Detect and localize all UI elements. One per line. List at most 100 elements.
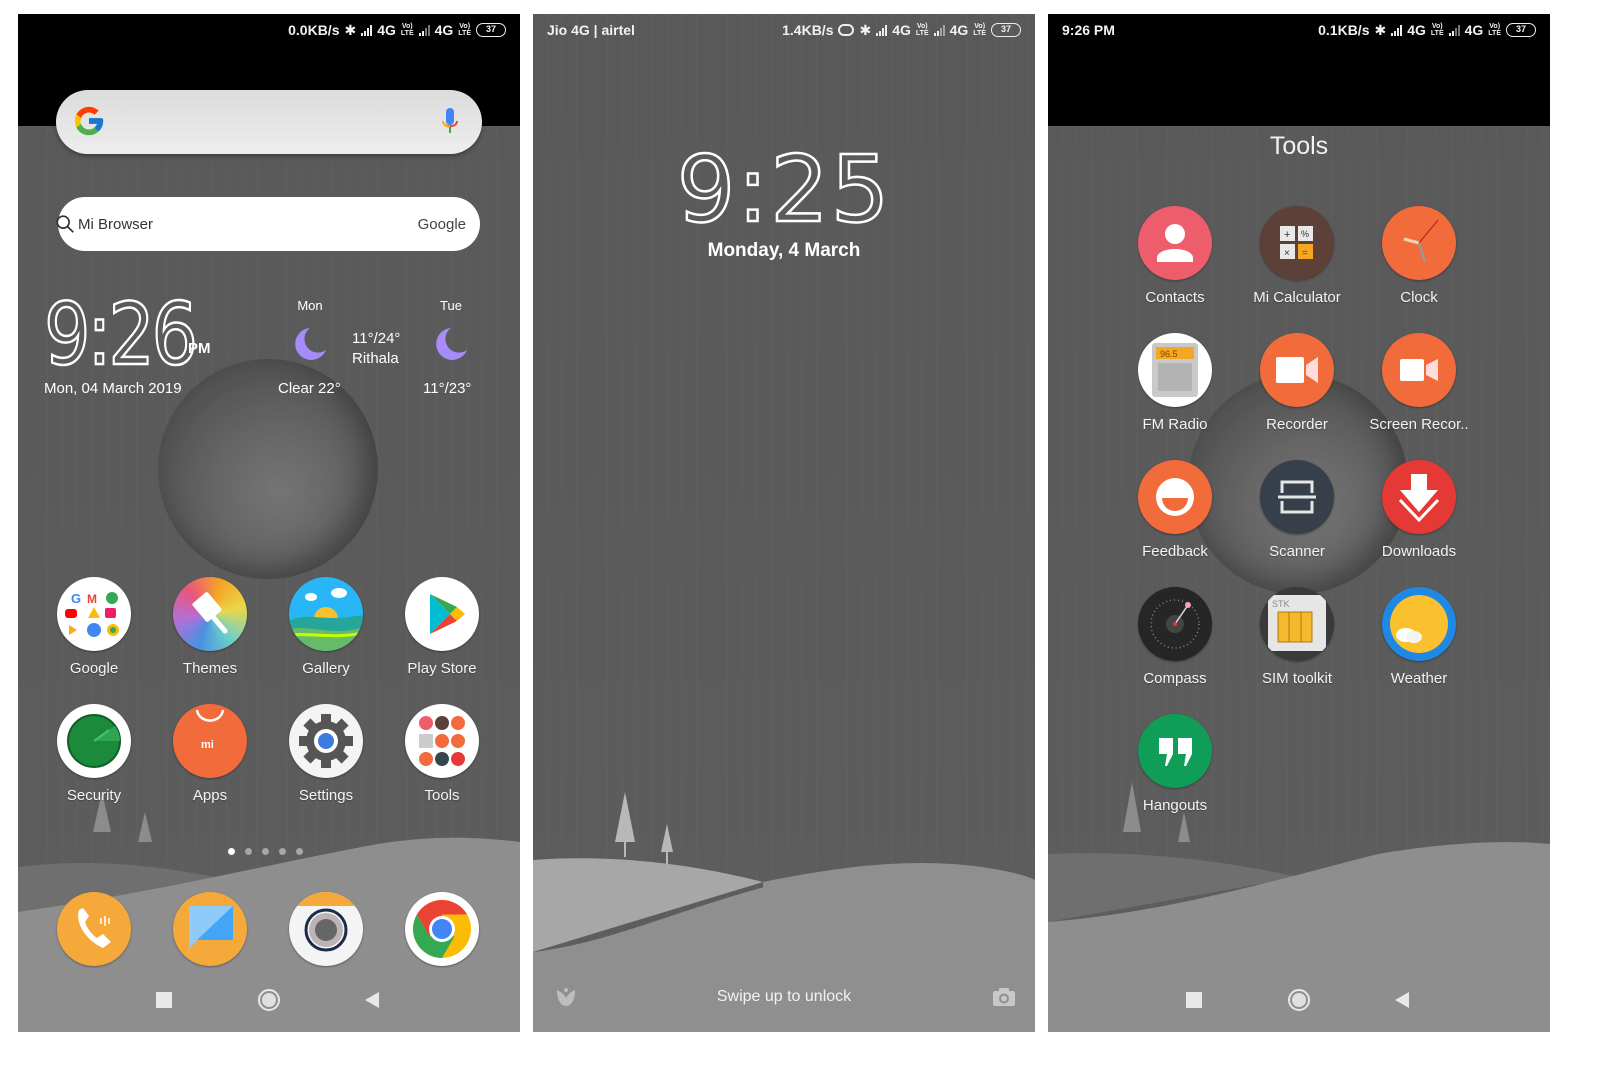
moon-weather-icon[interactable] xyxy=(431,324,471,364)
app-compass[interactable]: Compass xyxy=(1117,587,1233,687)
clock-date: Mon, 04 March 2019 xyxy=(44,380,182,397)
home-button[interactable] xyxy=(258,989,280,1011)
svg-text:G: G xyxy=(71,591,81,606)
camera-icon xyxy=(289,892,363,966)
app-feedback[interactable]: Feedback xyxy=(1117,460,1233,560)
mic-icon[interactable] xyxy=(440,106,460,138)
signal-icon xyxy=(876,24,888,36)
mi-browser-search-bar[interactable]: Mi Browser Google xyxy=(56,197,480,251)
recents-button[interactable] xyxy=(1186,992,1202,1008)
unlock-hint[interactable]: Swipe up to unlock xyxy=(533,988,1035,1006)
app-label: SIM toolkit xyxy=(1261,670,1333,687)
home-screen: 0.0KB/s ✱ 4G Vo) LTE 4G Vo) LTE 37 Mi Brow… xyxy=(18,14,520,1032)
weather-sun-icon xyxy=(1382,587,1456,661)
folder-title[interactable]: Tools xyxy=(1048,132,1550,161)
dock-camera[interactable] xyxy=(268,892,384,966)
volte-icon: Vo) LTE xyxy=(458,23,471,37)
clock-time[interactable]: 9:26 xyxy=(43,291,199,380)
bluetooth-icon: ✱ xyxy=(344,21,357,38)
network-type: 4G xyxy=(434,22,454,38)
app-clock[interactable]: Clock xyxy=(1361,206,1477,306)
volte-icon: Vo) LTE xyxy=(915,23,929,37)
scanner-icon xyxy=(1260,460,1334,534)
app-label: Themes xyxy=(182,660,238,677)
camera-shortcut-icon[interactable] xyxy=(991,984,1017,1010)
paintbrush-icon xyxy=(173,577,247,651)
recents-button[interactable] xyxy=(156,992,172,1008)
app-label: Mi Calculator xyxy=(1253,289,1341,306)
page-dot[interactable] xyxy=(279,848,286,855)
app-label: Feedback xyxy=(1142,543,1208,560)
app-sim-toolkit[interactable]: STK SIM toolkit xyxy=(1239,587,1355,687)
message-icon xyxy=(173,892,247,966)
app-recorder[interactable]: Recorder xyxy=(1239,333,1355,433)
alarm-icon xyxy=(838,24,855,36)
app-weather[interactable]: Weather xyxy=(1361,587,1477,687)
lock-date: Monday, 4 March xyxy=(707,240,861,261)
app-label: Apps xyxy=(192,787,228,804)
app-gallery[interactable]: Gallery xyxy=(268,577,384,677)
moon-weather-icon[interactable] xyxy=(290,324,330,364)
app-label: Hangouts xyxy=(1142,797,1208,814)
signal-icon xyxy=(361,24,373,36)
app-security[interactable]: Security xyxy=(36,704,152,804)
back-button[interactable] xyxy=(1395,992,1409,1008)
status-bar: Jio 4G | airtel 1.4KB/s ✱ 4G Vo) LTE 4G V… xyxy=(533,14,1035,46)
app-tools-folder[interactable]: Tools xyxy=(384,704,500,804)
network-type: 4G xyxy=(1464,22,1484,38)
app-scanner[interactable]: Scanner xyxy=(1239,460,1355,560)
security-radar-icon xyxy=(57,704,131,778)
app-label: Recorder xyxy=(1266,416,1328,433)
app-fm-radio[interactable]: 96.5 FM Radio xyxy=(1117,333,1233,433)
google-g-icon xyxy=(74,106,104,136)
signal-icon xyxy=(418,24,430,36)
app-label: Screen Recor.. xyxy=(1369,416,1469,433)
sim-chip-label: STK xyxy=(1272,599,1290,609)
dock-chrome[interactable] xyxy=(384,892,500,966)
page-dot-active[interactable] xyxy=(228,848,235,855)
dock-messaging[interactable] xyxy=(152,892,268,966)
contacts-icon xyxy=(1138,206,1212,280)
weather-location: Rithala xyxy=(352,350,399,367)
app-google-folder[interactable]: G M Google xyxy=(36,577,152,677)
app-themes[interactable]: Themes xyxy=(152,577,268,677)
google-search-bar[interactable] xyxy=(56,90,482,154)
app-downloads[interactable]: Downloads xyxy=(1361,460,1477,560)
battery-icon: 37 xyxy=(476,23,506,37)
app-hangouts[interactable]: Hangouts xyxy=(1117,714,1233,814)
dock-phone[interactable] xyxy=(36,892,152,966)
app-contacts[interactable]: Contacts xyxy=(1117,206,1233,306)
app-settings[interactable]: Settings xyxy=(268,704,384,804)
svg-text:mi: mi xyxy=(201,739,214,751)
app-screen-recorder[interactable]: Screen Recor.. xyxy=(1361,333,1477,433)
page-dot[interactable] xyxy=(245,848,252,855)
app-mi-apps[interactable]: mi Apps xyxy=(152,704,268,804)
back-button[interactable] xyxy=(365,992,379,1008)
network-speed: 0.1KB/s xyxy=(1318,22,1370,38)
nav-bar xyxy=(1048,972,1550,1032)
app-mi-calculator[interactable]: + % × = Mi Calculator xyxy=(1239,206,1355,306)
page-indicator[interactable] xyxy=(228,848,303,855)
app-play-store[interactable]: Play Store xyxy=(384,577,500,677)
lock-clock: 9:25 xyxy=(675,136,892,243)
battery-icon: 37 xyxy=(991,23,1021,37)
clock-icon xyxy=(1382,206,1456,280)
tools-folder-screen: 9:26 PM 0.1KB/s ✱ 4G Vo) LTE 4G Vo) LTE 37… xyxy=(1048,14,1550,1032)
app-label: Downloads xyxy=(1381,543,1457,560)
settings-gear-icon xyxy=(289,704,363,778)
search-placeholder: Mi Browser xyxy=(78,215,154,233)
home-button[interactable] xyxy=(1288,989,1310,1011)
search-engine-label[interactable]: Google xyxy=(418,216,466,233)
volte-icon: Vo) LTE xyxy=(400,23,414,37)
page-dot[interactable] xyxy=(296,848,303,855)
page-dot[interactable] xyxy=(262,848,269,855)
search-icon xyxy=(56,215,74,233)
network-type: 4G xyxy=(892,22,911,38)
moon-wallpaper xyxy=(158,359,378,579)
mi-store-bag-icon: mi xyxy=(173,704,247,778)
clock-ampm: PM xyxy=(188,340,211,357)
weather-condition-today: Clear 22° xyxy=(278,380,341,397)
app-label: Gallery xyxy=(302,660,350,677)
app-label: Clock xyxy=(1400,289,1438,306)
network-speed: 1.4KB/s xyxy=(782,22,834,38)
